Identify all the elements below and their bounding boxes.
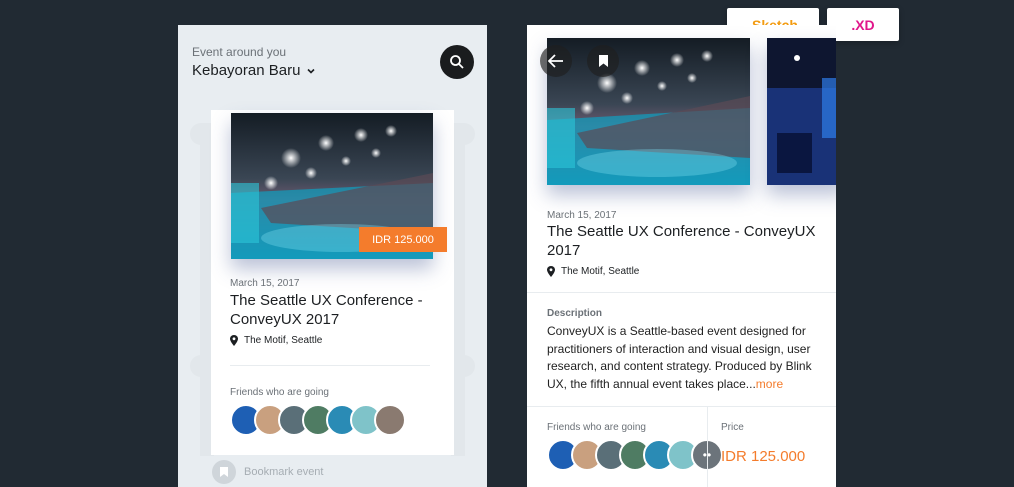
bookmark-event-button[interactable]: Bookmark event	[178, 456, 487, 487]
event-detail-screen: March 15, 2017 The Seattle UX Conference…	[527, 25, 836, 487]
xd-badge[interactable]: .XD	[827, 8, 899, 41]
location-pin-icon	[547, 266, 555, 277]
event-list-screen: Event around you Kebayoran Baru IDR 125.…	[178, 25, 487, 487]
friends-avatars[interactable]: ••	[547, 439, 723, 471]
price-badge: IDR 125.000	[359, 227, 447, 252]
location-label: Kebayoran Baru	[192, 62, 301, 79]
search-icon	[450, 55, 464, 69]
friends-label: Friends who are going	[230, 387, 329, 398]
location-selector[interactable]: Kebayoran Baru	[192, 62, 316, 79]
bookmark-button[interactable]	[587, 45, 619, 77]
price-value: IDR 125.000	[721, 448, 806, 465]
venue-label: The Motif, Seattle	[244, 335, 323, 346]
price-label: Price	[721, 422, 744, 433]
bookmark-icon	[212, 459, 236, 484]
bookmark-icon	[598, 55, 608, 67]
event-title[interactable]: The Seattle UX Conference - ConveyUX 201…	[230, 291, 430, 329]
event-venue: The Motif, Seattle	[230, 335, 322, 346]
avatar[interactable]	[374, 404, 406, 436]
event-date: March 15, 2017	[547, 210, 617, 221]
event-title: The Seattle UX Conference - ConveyUX 201…	[547, 223, 816, 259]
location-pin-icon	[230, 335, 238, 346]
event-image-main[interactable]	[547, 38, 750, 185]
divider	[527, 292, 836, 293]
description-text: ConveyUX is a Seattle-based event design…	[547, 323, 817, 393]
event-venue[interactable]: The Motif, Seattle	[547, 266, 639, 277]
conference-photo	[547, 38, 750, 185]
stage-photo	[767, 38, 836, 185]
divider	[527, 406, 836, 407]
venue-label: The Motif, Seattle	[561, 266, 640, 277]
chevron-down-icon	[307, 68, 315, 74]
back-button[interactable]	[540, 45, 572, 77]
vertical-divider	[707, 407, 708, 487]
friends-label: Friends who are going	[547, 422, 646, 433]
description-label: Description	[547, 308, 603, 319]
friends-avatars[interactable]	[230, 404, 406, 436]
divider	[230, 365, 430, 366]
back-arrow-icon	[548, 54, 563, 68]
event-date: March 15, 2017	[230, 278, 300, 289]
search-button[interactable]	[440, 45, 474, 79]
section-subtitle: Event around you	[192, 45, 287, 59]
bookmark-label: Bookmark event	[244, 465, 324, 478]
more-link[interactable]: more	[756, 377, 783, 391]
event-image-secondary[interactable]	[767, 38, 836, 185]
